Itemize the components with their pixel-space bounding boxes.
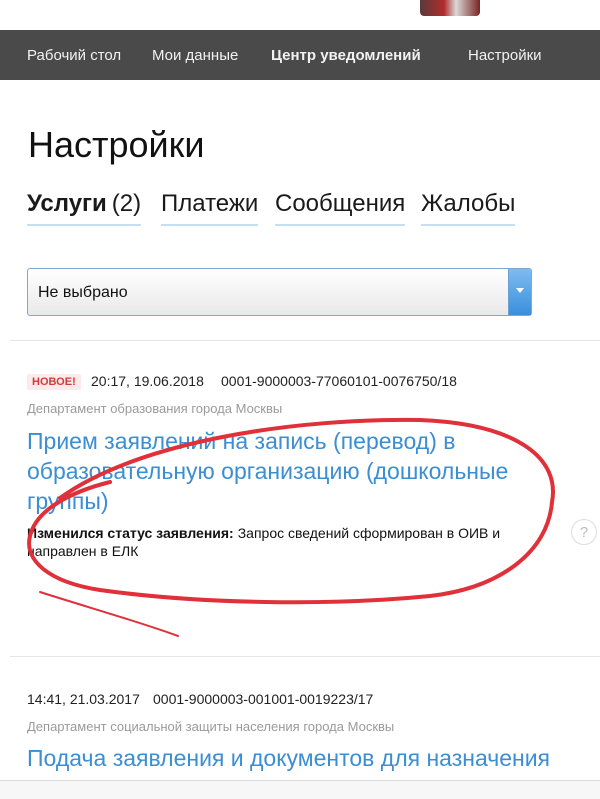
tab-services-count: (2) bbox=[111, 190, 142, 217]
tab-payments[interactable]: Платежи bbox=[161, 190, 259, 226]
top-navigation: Рабочий стол Мои данные Центр уведомлени… bbox=[0, 30, 600, 80]
new-badge: НОВОЕ! bbox=[27, 374, 81, 390]
avatar[interactable] bbox=[420, 0, 480, 16]
notification-department: Департамент социальной защиты населения … bbox=[27, 719, 395, 734]
page-title: Настройки bbox=[28, 124, 205, 165]
select-toggle[interactable] bbox=[508, 269, 531, 315]
notification-department: Департамент образования города Москвы bbox=[27, 401, 283, 416]
status-label: Изменился статус заявления: bbox=[27, 525, 234, 541]
tab-messages[interactable]: Сообщения bbox=[275, 190, 406, 226]
divider bbox=[10, 656, 600, 657]
notification-title-link[interactable]: Подача заявления и документов для назнач… bbox=[27, 743, 600, 773]
notification-number: 0001-9000003-77060101-0076750/18 bbox=[221, 373, 457, 389]
tab-services[interactable]: Услуги (2) bbox=[27, 190, 142, 226]
select-value: Не выбрано bbox=[38, 284, 128, 301]
nav-item-desktop[interactable]: Рабочий стол bbox=[27, 30, 121, 80]
tab-complaints[interactable]: Жалобы bbox=[421, 190, 516, 226]
nav-item-my-data[interactable]: Мои данные bbox=[152, 30, 238, 80]
notification-status: Изменился статус заявления: Запрос сведен… bbox=[27, 524, 572, 560]
nav-item-settings[interactable]: Настройки bbox=[468, 30, 542, 80]
bottom-toolbar bbox=[0, 780, 600, 799]
notification-number: 0001-9000003-001001-0019223/17 bbox=[153, 691, 374, 707]
nav-item-notification-center[interactable]: Центр уведомлений bbox=[271, 30, 421, 80]
top-strip bbox=[0, 0, 600, 30]
service-filter-select[interactable]: Не выбрано bbox=[27, 268, 532, 316]
notification-title-link[interactable]: Прием заявлений на запись (перевод) в об… bbox=[27, 426, 587, 516]
notification-datetime: 14:41, 21.03.2017 bbox=[27, 691, 140, 707]
help-icon[interactable]: ? bbox=[571, 519, 597, 545]
notification-datetime: 20:17, 19.06.2018 bbox=[91, 373, 204, 389]
red-scribble-annotation bbox=[27, 417, 555, 637]
chevron-down-icon bbox=[516, 288, 524, 293]
tab-services-label: Услуги bbox=[27, 190, 107, 217]
divider bbox=[10, 340, 600, 341]
